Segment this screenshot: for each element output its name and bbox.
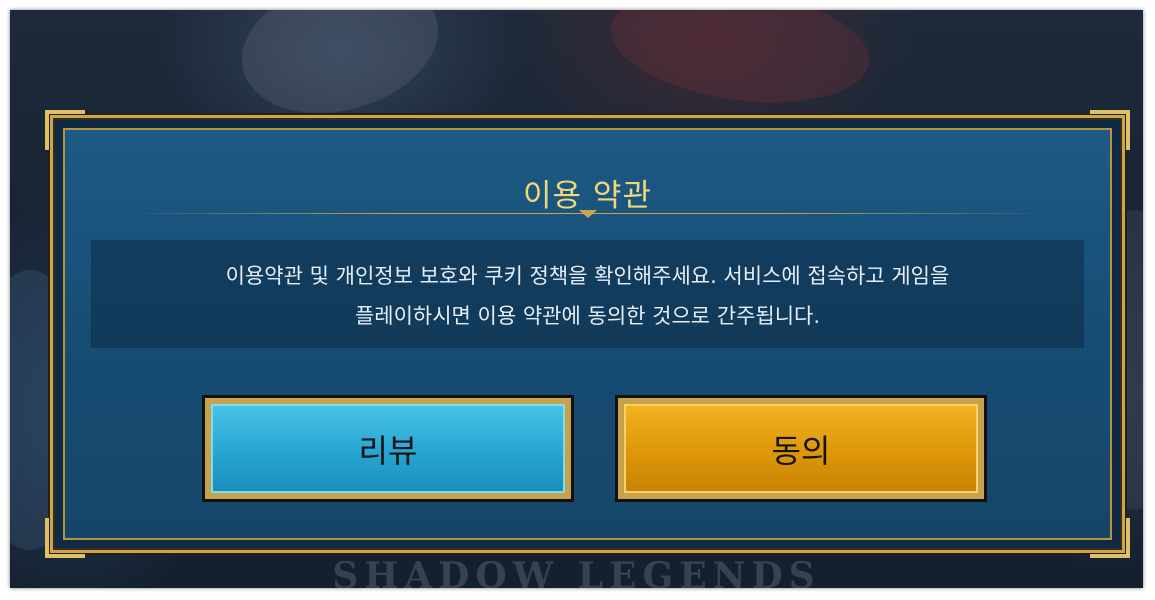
agree-button-label: 동의 <box>771 431 831 470</box>
message-line: 이용약관 및 개인정보 보호와 쿠키 정책을 확인해주세요. 서비스에 접속하고… <box>225 264 950 288</box>
terms-dialog: 이용 약관 이용약관 및 개인정보 보호와 쿠키 정책을 확인해주세요. 서비스… <box>45 110 1130 558</box>
background-creature <box>603 10 877 118</box>
game-logo-watermark: SHADOW LEGENDS <box>332 555 821 588</box>
divider-chevron-icon <box>578 210 597 218</box>
message-line: 플레이하시면 이용 약관에 동의한 것으로 간주됩니다. <box>354 304 821 328</box>
dialog-panel: 이용 약관 이용약관 및 개인정보 보호와 쿠키 정책을 확인해주세요. 서비스… <box>63 128 1112 540</box>
dialog-title: 이용 약관 <box>523 178 652 214</box>
agree-button[interactable]: 동의 <box>615 395 987 502</box>
review-button[interactable]: 리뷰 <box>202 395 574 502</box>
terms-message: 이용약관 및 개인정보 보호와 쿠키 정책을 확인해주세요. 서비스에 접속하고… <box>105 256 1070 336</box>
game-screen: SHADOW LEGENDS 이용 약관 이용약관 및 개인정보 보호와 쿠키 … <box>10 10 1143 588</box>
review-button-label: 리뷰 <box>358 431 418 470</box>
